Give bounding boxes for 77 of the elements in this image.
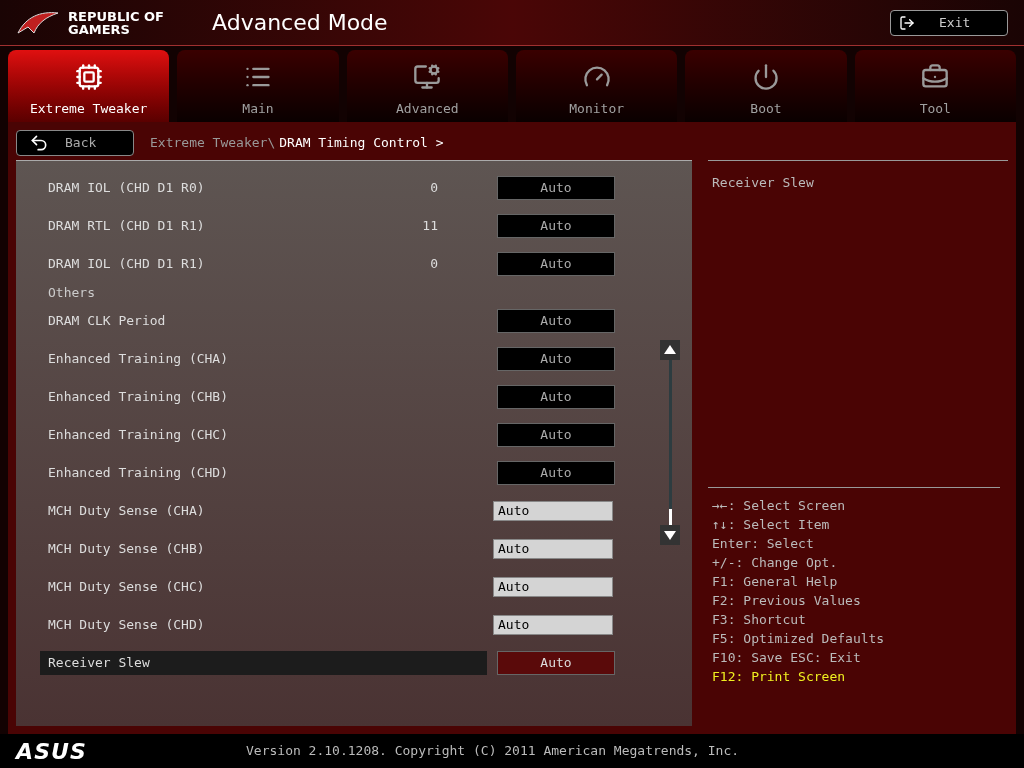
scrollbar[interactable] — [660, 340, 680, 545]
chip-icon — [74, 62, 103, 91]
setting-row[interactable]: Enhanced Training (CHD) — [40, 461, 487, 485]
value-button[interactable]: Auto — [497, 252, 615, 276]
setting-label: MCH Duty Sense (CHB) — [48, 540, 206, 559]
setting-row[interactable]: Enhanced Training (CHC) — [40, 423, 487, 447]
scroll-down-icon[interactable] — [660, 525, 680, 545]
nav-tab[interactable]: Main — [177, 50, 339, 122]
value-button[interactable]: Auto — [497, 423, 615, 447]
key-hint: F5: Optimized Defaults — [712, 630, 886, 648]
nav-tab[interactable]: Monitor — [516, 50, 678, 122]
setting-reading: 0 — [429, 179, 438, 198]
value-field[interactable]: Auto — [493, 615, 613, 635]
version-text: Version 2.10.1208. Copyright (C) 2011 American Megatrends, Inc. — [246, 742, 740, 761]
exit-icon — [899, 14, 915, 31]
nav-tab[interactable]: Boot — [685, 50, 847, 122]
setting-row[interactable]: MCH Duty Sense (CHC) — [40, 575, 487, 599]
brand-name: REPUBLIC OF GAMERS — [68, 9, 165, 36]
help-text: Receiver Slew — [712, 174, 815, 192]
setting-label: MCH Duty Sense (CHD) — [48, 616, 206, 635]
value-field[interactable]: Auto — [493, 539, 613, 559]
key-hint: F3: Shortcut — [712, 611, 807, 629]
page-title: Advanced Mode — [212, 9, 388, 37]
setting-label: MCH Duty Sense (CHC) — [48, 578, 206, 597]
setting-label: Enhanced Training (CHA) — [48, 350, 229, 369]
scroll-up-icon[interactable] — [660, 340, 680, 360]
key-hint: F2: Previous Values — [712, 592, 862, 610]
power-icon — [751, 62, 780, 91]
value-button[interactable]: Auto — [497, 461, 615, 485]
setting-label: DRAM IOL (CHD D1 R0) — [48, 179, 206, 198]
setting-row[interactable]: DRAM IOL (CHD D1 R0) 0 — [40, 176, 487, 200]
exit-button[interactable]: Exit — [890, 9, 1008, 36]
setting-label: Enhanced Training (CHB) — [48, 388, 229, 407]
setting-row[interactable]: MCH Duty Sense (CHA) — [40, 499, 487, 523]
setting-row[interactable]: MCH Duty Sense (CHB) — [40, 537, 487, 561]
setting-row[interactable]: MCH Duty Sense (CHD) — [40, 613, 487, 637]
key-hint: →←: Select Screen — [712, 497, 847, 515]
key-hint: ↑↓: Select Item — [712, 516, 831, 534]
value-button[interactable]: Auto — [497, 651, 615, 675]
setting-label: Enhanced Training (CHC) — [48, 426, 229, 445]
monitor-icon — [413, 62, 442, 91]
nav-tab[interactable]: Advanced — [346, 50, 508, 122]
back-button[interactable]: Back — [16, 130, 134, 156]
setting-row[interactable]: DRAM CLK Period — [40, 309, 487, 333]
selected-row[interactable]: Receiver Slew — [40, 651, 487, 675]
setting-label: Receiver Slew — [48, 654, 151, 673]
value-button[interactable]: Auto — [497, 176, 615, 200]
key-hint: +/-: Change Opt. — [712, 554, 839, 572]
setting-reading: 11 — [421, 217, 438, 236]
value-button[interactable]: Auto — [497, 385, 615, 409]
value-button[interactable]: Auto — [497, 347, 615, 371]
nav-tab[interactable]: Tool — [854, 50, 1016, 122]
setting-label: DRAM CLK Period — [48, 312, 167, 331]
value-button[interactable]: Auto — [497, 214, 615, 238]
setting-row[interactable]: Enhanced Training (CHB) — [40, 385, 487, 409]
breadcrumb-path: Extreme Tweaker\ — [150, 134, 276, 153]
setting-label: DRAM IOL (CHD D1 R1) — [48, 255, 206, 274]
nav-tab[interactable]: Extreme Tweaker — [8, 50, 170, 122]
breadcrumb-current: DRAM Timing Control > — [279, 134, 444, 153]
setting-label: DRAM RTL (CHD D1 R1) — [48, 217, 206, 236]
setting-row[interactable]: DRAM RTL (CHD D1 R1) 11 — [40, 214, 487, 238]
section-heading: Others — [47, 283, 95, 302]
key-hint: F10: Save ESC: Exit — [712, 649, 862, 667]
setting-label: MCH Duty Sense (CHA) — [48, 502, 206, 521]
value-field[interactable]: Auto — [493, 501, 613, 521]
back-arrow-icon — [29, 133, 49, 153]
setting-label: Enhanced Training (CHD) — [48, 464, 229, 483]
setting-row[interactable]: DRAM IOL (CHD D1 R1) 0 — [40, 252, 487, 276]
value-button[interactable]: Auto — [497, 309, 615, 333]
setting-reading: 0 — [429, 255, 438, 274]
toolbox-icon — [921, 62, 950, 91]
setting-row[interactable]: Enhanced Training (CHA) — [40, 347, 487, 371]
key-hint: F12: Print Screen — [712, 668, 847, 686]
key-hint: F1: General Help — [712, 573, 839, 591]
key-hint: Enter: Select — [712, 535, 815, 553]
value-field[interactable]: Auto — [493, 577, 613, 597]
asus-logo: ASUS — [16, 737, 88, 766]
